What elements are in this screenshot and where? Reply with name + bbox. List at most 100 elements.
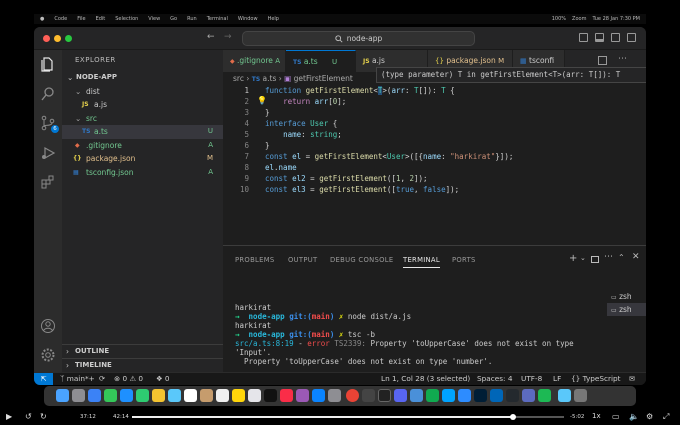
discord-icon[interactable] bbox=[394, 389, 407, 402]
app-store-icon[interactable] bbox=[312, 389, 325, 402]
zoom-status[interactable]: Zoom bbox=[572, 16, 586, 22]
safari-icon[interactable] bbox=[88, 389, 101, 402]
tab-ports[interactable]: PORTS bbox=[452, 256, 476, 264]
minimize-window-button[interactable] bbox=[54, 35, 61, 42]
menu-window[interactable]: Window bbox=[238, 16, 258, 22]
activity-monitor-icon[interactable] bbox=[362, 389, 375, 402]
maps-icon[interactable] bbox=[136, 389, 149, 402]
podcasts-icon[interactable] bbox=[296, 389, 309, 402]
toggle-sidebar-icon[interactable] bbox=[579, 33, 588, 42]
toggle-panel-icon[interactable] bbox=[595, 33, 604, 42]
spotify-icon[interactable] bbox=[538, 389, 551, 402]
new-terminal-icon[interactable]: + bbox=[569, 253, 577, 264]
remote-indicator-icon[interactable]: ⇱ bbox=[34, 373, 53, 385]
close-panel-icon[interactable]: ✕ bbox=[632, 252, 640, 262]
notes-icon[interactable] bbox=[232, 389, 245, 402]
problems-status[interactable]: ⊗ 0 ⚠ 0 bbox=[114, 373, 143, 385]
forward-icon[interactable]: ↻ bbox=[40, 412, 47, 421]
breadcrumb-symbol[interactable]: getFirstElement bbox=[294, 74, 353, 83]
notifications-icon[interactable]: ✉ bbox=[629, 373, 635, 385]
split-editor-icon[interactable] bbox=[598, 56, 607, 65]
split-terminal-icon[interactable] bbox=[591, 256, 599, 263]
tab-output[interactable]: OUTPUT bbox=[288, 256, 318, 264]
postman-icon[interactable] bbox=[522, 389, 535, 402]
tab-a-ts[interactable]: TS a.ts U bbox=[286, 50, 356, 72]
encoding[interactable]: UTF-8 bbox=[521, 373, 542, 385]
tab-debug-console[interactable]: DEBUG CONSOLE bbox=[330, 256, 393, 264]
toggle-secondary-sidebar-icon[interactable] bbox=[611, 33, 620, 42]
apple-icon[interactable]: ● bbox=[40, 16, 44, 22]
play-icon[interactable]: ▶ bbox=[6, 412, 12, 421]
maximize-panel-icon[interactable]: ⌃ bbox=[618, 253, 625, 262]
menu-help[interactable]: Help bbox=[268, 16, 279, 22]
launchpad-icon[interactable] bbox=[72, 389, 85, 402]
gear-icon[interactable] bbox=[40, 347, 56, 363]
menu-selection[interactable]: Selection bbox=[115, 16, 138, 22]
menu-go[interactable]: Go bbox=[170, 16, 177, 22]
tree-item-dist[interactable]: ⌄ dist bbox=[62, 85, 223, 99]
code-editor[interactable]: 1 2 3 4 5 6 7 8 9 10 function getFirstEl… bbox=[223, 85, 646, 245]
subtitles-icon[interactable]: ▭ bbox=[612, 412, 620, 421]
tab-problems[interactable]: PROBLEMS bbox=[235, 256, 275, 264]
extensions-icon[interactable] bbox=[40, 174, 56, 190]
chrome-icon[interactable] bbox=[346, 389, 359, 402]
forward-arrow-icon[interactable]: → bbox=[224, 32, 232, 42]
seek-knob[interactable] bbox=[509, 414, 516, 420]
ports-status[interactable]: ❖ 0 bbox=[156, 373, 170, 385]
photos-icon[interactable] bbox=[152, 389, 165, 402]
mongodb-compass-icon[interactable] bbox=[426, 389, 439, 402]
calendar-icon[interactable] bbox=[184, 389, 197, 402]
more-actions-icon[interactable]: ⋯ bbox=[618, 54, 627, 64]
maximize-window-button[interactable] bbox=[65, 35, 72, 42]
messages-icon[interactable] bbox=[104, 389, 117, 402]
terminal-instance-2[interactable]: ▭ zsh bbox=[607, 303, 646, 316]
files-icon[interactable] bbox=[40, 56, 56, 72]
cursor-position[interactable]: Ln 1, Col 28 (3 selected) bbox=[381, 373, 470, 385]
settings-icon[interactable]: ⚙ bbox=[646, 412, 653, 421]
back-arrow-icon[interactable]: ← bbox=[207, 32, 215, 42]
command-center-search[interactable]: node-app bbox=[242, 31, 475, 46]
account-icon[interactable] bbox=[40, 318, 56, 334]
music-icon[interactable] bbox=[280, 389, 293, 402]
tree-item-gitignore[interactable]: ◆ .gitignore A bbox=[62, 139, 223, 153]
premiere-pro-icon[interactable] bbox=[474, 389, 487, 402]
tree-root-node-app[interactable]: ⌄ NODE-APP bbox=[62, 71, 223, 85]
menu-edit[interactable]: Edit bbox=[96, 16, 106, 22]
trash-icon[interactable] bbox=[574, 389, 587, 402]
breadcrumb-file[interactable]: a.ts bbox=[263, 74, 277, 83]
vscode-icon[interactable] bbox=[490, 389, 503, 402]
volume-icon[interactable]: 🔈 bbox=[629, 412, 639, 421]
rewind-icon[interactable]: ↺ bbox=[25, 412, 32, 421]
contacts-icon[interactable] bbox=[200, 389, 213, 402]
tree-item-package-json[interactable]: {} package.json M bbox=[62, 152, 223, 166]
apple-tv-icon[interactable] bbox=[264, 389, 277, 402]
outline-section[interactable]: › OUTLINE bbox=[62, 344, 223, 358]
tree-item-a-js[interactable]: JS a.js bbox=[62, 98, 223, 112]
close-window-button[interactable] bbox=[43, 35, 50, 42]
fullscreen-icon[interactable]: ⤢ bbox=[663, 412, 669, 422]
freeform-icon[interactable] bbox=[248, 389, 261, 402]
menu-terminal[interactable]: Terminal bbox=[207, 16, 228, 22]
indentation[interactable]: Spaces: 4 bbox=[477, 373, 512, 385]
tree-item-src[interactable]: ⌄ src bbox=[62, 112, 223, 126]
chevron-down-icon[interactable]: ⌄ bbox=[580, 254, 586, 262]
sync-icon[interactable]: ⟳ bbox=[99, 373, 105, 385]
run-debug-icon[interactable] bbox=[40, 145, 56, 161]
tab-terminal[interactable]: TERMINAL bbox=[403, 256, 440, 268]
seek-bar[interactable] bbox=[132, 414, 564, 420]
finder-icon[interactable] bbox=[56, 389, 69, 402]
menu-run[interactable]: Run bbox=[187, 16, 197, 22]
reminders-icon[interactable] bbox=[216, 389, 229, 402]
language-mode[interactable]: {} TypeScript bbox=[571, 373, 621, 385]
more-actions-icon[interactable]: ⋯ bbox=[604, 252, 613, 262]
downloads-folder-icon[interactable] bbox=[558, 389, 571, 402]
timeline-section[interactable]: › TIMELINE bbox=[62, 358, 223, 372]
mail-icon[interactable] bbox=[120, 389, 133, 402]
git-branch-status[interactable]: ᛉ main*+ bbox=[60, 373, 95, 385]
tab-gitignore[interactable]: ◆ .gitignore A bbox=[223, 50, 286, 72]
playback-speed[interactable]: 1x bbox=[592, 412, 601, 420]
docker-icon[interactable] bbox=[442, 389, 455, 402]
github-desktop-icon[interactable] bbox=[506, 389, 519, 402]
terminal-instance-1[interactable]: ▭ zsh bbox=[607, 290, 646, 303]
facetime-icon[interactable] bbox=[168, 389, 181, 402]
